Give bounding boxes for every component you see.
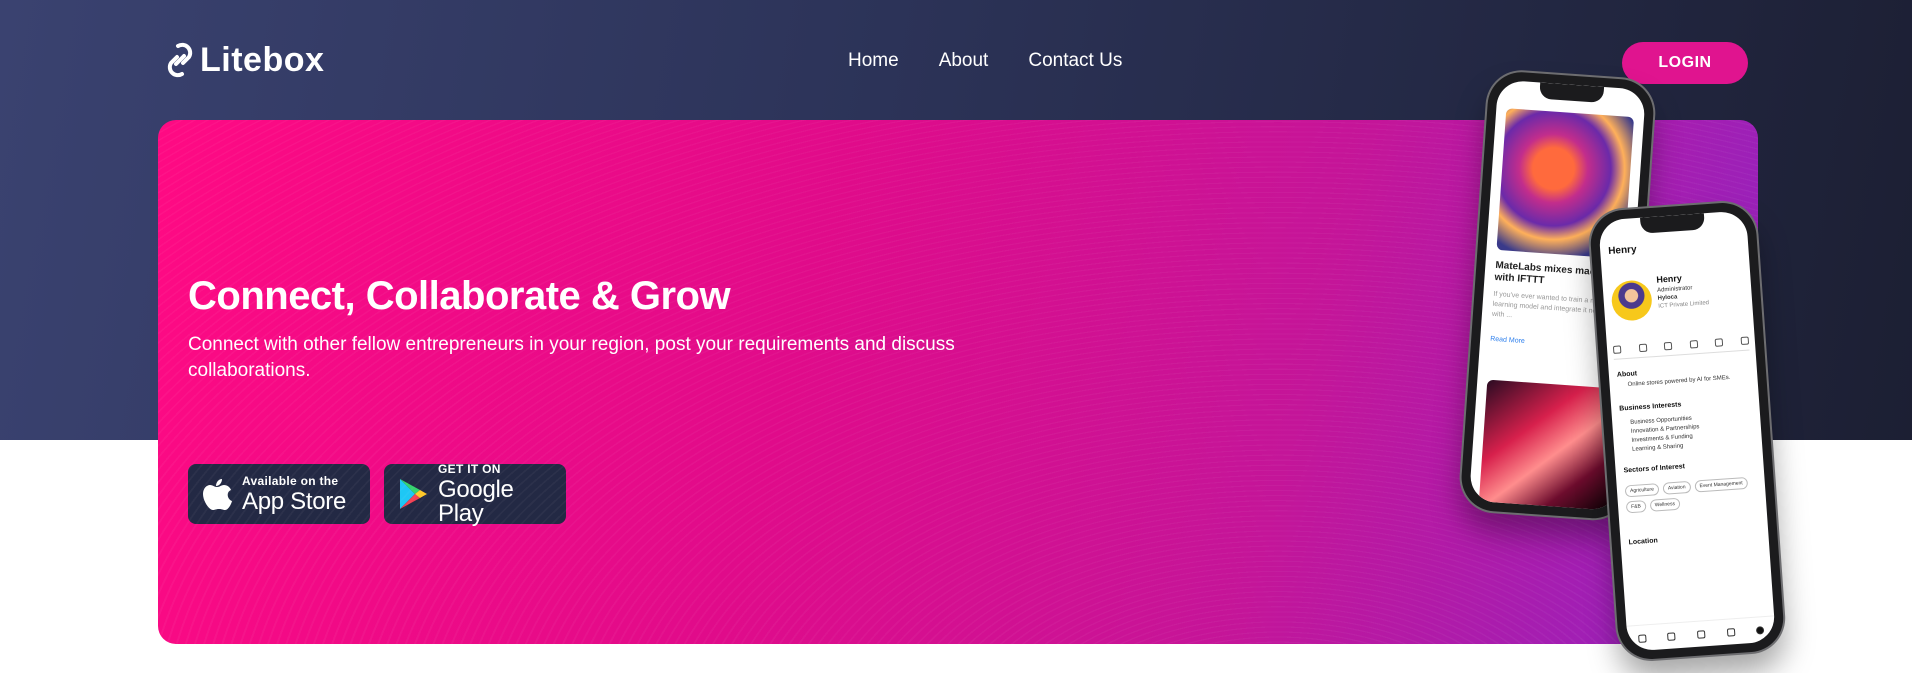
sector-chip[interactable]: Agriculture [1624, 483, 1660, 498]
link-chain-icon [167, 42, 193, 78]
home-icon[interactable] [1696, 629, 1706, 639]
feed-icon[interactable] [1637, 633, 1647, 643]
sector-chip[interactable]: Aviation [1662, 480, 1691, 495]
phone-notch [1539, 82, 1605, 103]
login-button[interactable]: LOGIN [1622, 42, 1748, 84]
app-store-label: App Store [242, 487, 347, 515]
tab-person-icon[interactable] [1612, 345, 1622, 354]
tab-flag-icon[interactable] [1689, 340, 1699, 349]
business-interests-heading: Business Interests [1619, 401, 1682, 413]
page: Litebox Home About Contact Us LOGIN Conn… [0, 0, 1912, 673]
app-store-button[interactable]: Available on the App Store [188, 464, 370, 524]
business-interests-list: Business Opportunities Innovation & Part… [1630, 414, 1701, 455]
post-image-second [1478, 379, 1616, 511]
avatar [1610, 279, 1654, 322]
google-play-icon [398, 477, 428, 511]
read-more-link[interactable]: Read More [1490, 336, 1525, 345]
sector-chip[interactable]: Wellness [1649, 497, 1681, 512]
bottom-tab-bar [1626, 615, 1776, 652]
profile-icon[interactable] [1755, 625, 1765, 635]
brand-logo[interactable]: Litebox [164, 40, 324, 80]
phone-notch [1640, 213, 1705, 234]
app-store-caption: Available on the [242, 473, 339, 488]
nav-link-home[interactable]: Home [848, 50, 899, 72]
about-heading: About [1616, 370, 1638, 379]
google-play-button[interactable]: GET IT ON Google Play [384, 461, 566, 527]
nav-link-about[interactable]: About [939, 50, 989, 72]
about-text: Online stores powered by AI for SMEs. [1627, 374, 1731, 389]
sector-chip[interactable]: F&B [1625, 500, 1647, 514]
tab-document-icon[interactable] [1663, 341, 1673, 351]
location-heading: Location [1628, 537, 1659, 547]
profile-details: Administrator Hyloca ICT Private Limited [1657, 281, 1738, 311]
nav-link-contact-us[interactable]: Contact Us [1028, 50, 1122, 72]
google-play-label: Google Play [438, 475, 514, 527]
tab-people-icon[interactable] [1715, 338, 1724, 347]
tab-image-icon[interactable] [1740, 336, 1750, 346]
google-play-caption: GET IT ON [438, 461, 501, 476]
phone-mockup-profile: Henry Henry Administrator Hyloca ICT Pri… [1588, 200, 1786, 662]
phone-screen-profile: Henry Henry Administrator Hyloca ICT Pri… [1598, 210, 1776, 652]
hero-title: Connect, Collaborate & Grow [188, 274, 731, 318]
sectors-heading: Sectors of Interest [1623, 463, 1686, 475]
briefcase-icon[interactable] [1726, 627, 1735, 637]
apple-icon [202, 477, 232, 511]
network-icon[interactable] [1667, 631, 1676, 641]
main-menu: Home About Contact Us [848, 50, 1122, 72]
brand-name: Litebox [200, 40, 325, 79]
hero-subtitle: Connect with other fellow entrepreneurs … [188, 334, 955, 381]
profile-tabs [1612, 336, 1750, 360]
sector-chip[interactable]: Event Management [1694, 476, 1749, 493]
profile-name: Henry [1656, 273, 1683, 285]
tab-bulb-icon[interactable] [1638, 343, 1647, 353]
sectors-chips: Agriculture Aviation Event Management F&… [1624, 476, 1761, 514]
profile-header: Henry [1607, 244, 1637, 258]
